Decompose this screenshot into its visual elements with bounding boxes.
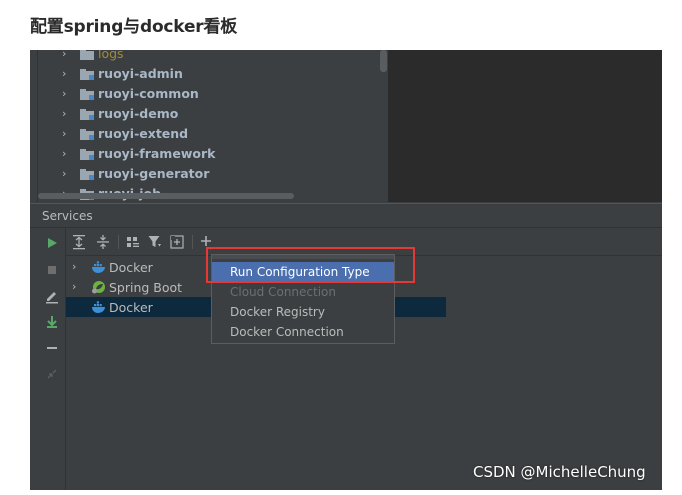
docker-icon bbox=[92, 301, 105, 313]
services-header: Services bbox=[30, 203, 662, 228]
tree-row-ruoyi-admin[interactable]: › ruoyi-admin bbox=[30, 64, 388, 84]
tree-item-label: ruoyi-admin bbox=[98, 66, 183, 81]
menu-item-label: Docker Connection bbox=[230, 325, 344, 339]
watermark: CSDN @MichelleChung bbox=[473, 463, 646, 481]
service-label: Spring Boot bbox=[109, 280, 183, 295]
tree-row-ruoyi-demo[interactable]: › ruoyi-demo bbox=[30, 104, 388, 124]
menu-item-docker-registry[interactable]: Docker Registry bbox=[212, 302, 394, 322]
menu-item-cloud-connection: Cloud Connection bbox=[212, 282, 394, 302]
tree-vertical-scrollbar[interactable] bbox=[380, 50, 387, 72]
editor-area[interactable] bbox=[388, 50, 662, 202]
toolbar-separator bbox=[192, 235, 193, 249]
pencil-icon bbox=[46, 292, 58, 304]
tree-item-label: ruoyi-generator bbox=[98, 166, 210, 181]
filter-button[interactable] bbox=[146, 233, 164, 251]
stop-icon bbox=[48, 266, 56, 274]
collapse-all-button[interactable] bbox=[94, 233, 112, 251]
group-by-button[interactable] bbox=[124, 233, 142, 251]
chevron-right-icon[interactable]: › bbox=[62, 147, 74, 161]
tree-row-ruoyi-extend[interactable]: › ruoyi-extend bbox=[30, 124, 388, 144]
chevron-right-icon[interactable]: › bbox=[62, 107, 74, 121]
project-tree: › logs › ruoyi-admin › ruoyi-common › ru… bbox=[30, 50, 388, 202]
module-folder-icon bbox=[80, 109, 94, 120]
services-side-toolbar bbox=[38, 228, 66, 490]
module-folder-icon bbox=[80, 149, 94, 160]
menu-item-label: Cloud Connection bbox=[230, 285, 336, 299]
chevron-right-icon[interactable]: › bbox=[62, 50, 74, 61]
new-tab-button[interactable] bbox=[168, 233, 186, 251]
chevron-right-icon[interactable]: › bbox=[62, 127, 74, 141]
annotation-highlight-box bbox=[206, 247, 415, 283]
expand-all-icon bbox=[73, 235, 85, 250]
tree-item-label: ruoyi-extend bbox=[98, 126, 189, 141]
run-button[interactable] bbox=[44, 235, 60, 251]
spring-boot-icon bbox=[92, 281, 105, 294]
run-icon bbox=[48, 238, 57, 248]
minus-icon bbox=[47, 347, 57, 349]
tree-item-label: logs bbox=[98, 50, 124, 61]
chevron-right-icon[interactable]: › bbox=[72, 260, 76, 273]
services-title: Services bbox=[42, 209, 93, 223]
article-title: 配置spring与docker看板 bbox=[30, 17, 238, 37]
module-folder-icon bbox=[80, 69, 94, 80]
service-label: Docker bbox=[109, 300, 153, 315]
chevron-right-icon[interactable]: › bbox=[72, 280, 76, 293]
tree-row-ruoyi-generator[interactable]: › ruoyi-generator bbox=[30, 164, 388, 184]
docker-icon bbox=[92, 261, 105, 273]
tree-horizontal-scrollbar[interactable] bbox=[38, 193, 294, 199]
service-label: Docker bbox=[109, 260, 153, 275]
tree-item-label: ruoyi-framework bbox=[98, 146, 216, 161]
chevron-right-icon[interactable]: › bbox=[62, 167, 74, 181]
chevron-right-icon[interactable]: › bbox=[62, 67, 74, 81]
collapse-icon bbox=[47, 369, 57, 379]
tree-row-ruoyi-framework[interactable]: › ruoyi-framework bbox=[30, 144, 388, 164]
ide-screenshot: › logs › ruoyi-admin › ruoyi-common › ru… bbox=[30, 50, 662, 490]
filter-icon bbox=[148, 236, 161, 247]
remove-button[interactable] bbox=[44, 340, 60, 356]
chevron-right-icon[interactable]: › bbox=[62, 87, 74, 101]
module-folder-icon bbox=[80, 169, 94, 180]
toolbar-separator bbox=[118, 235, 119, 249]
deploy-button[interactable] bbox=[44, 314, 60, 330]
tree-item-label: ruoyi-demo bbox=[98, 106, 179, 121]
menu-item-label: Docker Registry bbox=[230, 305, 325, 319]
menu-item-docker-connection[interactable]: Docker Connection bbox=[212, 322, 394, 342]
restore-layout-button[interactable] bbox=[44, 366, 60, 382]
expand-all-button[interactable] bbox=[70, 233, 88, 251]
folder-icon bbox=[80, 50, 94, 60]
tree-row-logs[interactable]: › logs bbox=[30, 50, 388, 64]
new-tab-icon bbox=[170, 235, 184, 249]
collapse-all-icon bbox=[97, 235, 109, 249]
stop-button[interactable] bbox=[44, 262, 60, 278]
module-folder-icon bbox=[80, 129, 94, 140]
edit-button[interactable] bbox=[44, 288, 60, 304]
module-folder-icon bbox=[80, 89, 94, 100]
tree-item-label: ruoyi-common bbox=[98, 86, 199, 101]
deploy-icon bbox=[47, 316, 57, 328]
tree-row-ruoyi-common[interactable]: › ruoyi-common bbox=[30, 84, 388, 104]
group-icon bbox=[127, 237, 139, 247]
